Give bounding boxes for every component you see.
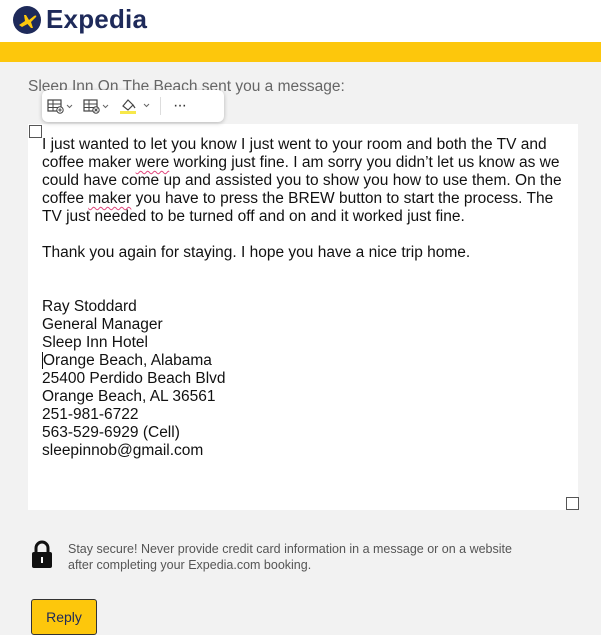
message-paragraph: Thank you again for staying. I hope you …: [42, 244, 471, 261]
message-text[interactable]: I just wanted to let you know I just wen…: [42, 136, 572, 460]
toolbar-divider: [160, 97, 161, 115]
message-paragraph: I just wanted to let you know I just wen…: [42, 136, 562, 225]
signature-name: Ray Stoddard: [42, 298, 137, 315]
table-insert-icon: [47, 99, 73, 114]
table-resize-handle[interactable]: [566, 497, 579, 510]
accent-bar: [0, 42, 601, 62]
spellcheck-word[interactable]: maker: [88, 190, 131, 207]
table-corner-handle[interactable]: [29, 125, 42, 138]
signature-address: 25400 Perdido Beach Blvd: [42, 370, 226, 387]
table-insert-button[interactable]: [42, 90, 78, 122]
table-delete-button[interactable]: [78, 90, 114, 122]
more-options-icon: ···: [173, 97, 187, 114]
reply-button[interactable]: Reply: [31, 599, 97, 635]
message-body[interactable]: I just wanted to let you know I just wen…: [28, 124, 578, 510]
brand-logo-text: Expedia: [46, 4, 148, 34]
security-notice: Stay secure! Never provide credit card i…: [30, 540, 550, 580]
signature-hotel: Sleep Inn Hotel: [42, 334, 148, 351]
signature-title: General Manager: [42, 316, 163, 333]
format-toolbar: ···: [42, 90, 224, 122]
signature-address-city: Orange Beach, AL 36561: [42, 388, 216, 405]
signature-block: Ray Stoddard General Manager Sleep Inn H…: [42, 298, 572, 460]
highlight-color-icon: [120, 99, 150, 114]
highlight-color-button[interactable]: [114, 90, 156, 122]
signature-cell: 563-529-6929 (Cell): [42, 424, 180, 441]
table-delete-icon: [83, 99, 109, 114]
header-bar: Expedia: [0, 0, 601, 42]
signature-email[interactable]: sleepinnob@gmail.com: [42, 442, 572, 460]
security-text: Stay secure! Never provide credit card i…: [68, 542, 512, 572]
signature-city: Orange Beach, Alabama: [42, 352, 212, 369]
more-options-button[interactable]: ···: [165, 90, 194, 122]
lock-icon: [32, 540, 52, 568]
plane-icon: [13, 6, 41, 34]
signature-phone: 251-981-6722: [42, 406, 139, 423]
spellcheck-word[interactable]: were: [136, 154, 170, 171]
